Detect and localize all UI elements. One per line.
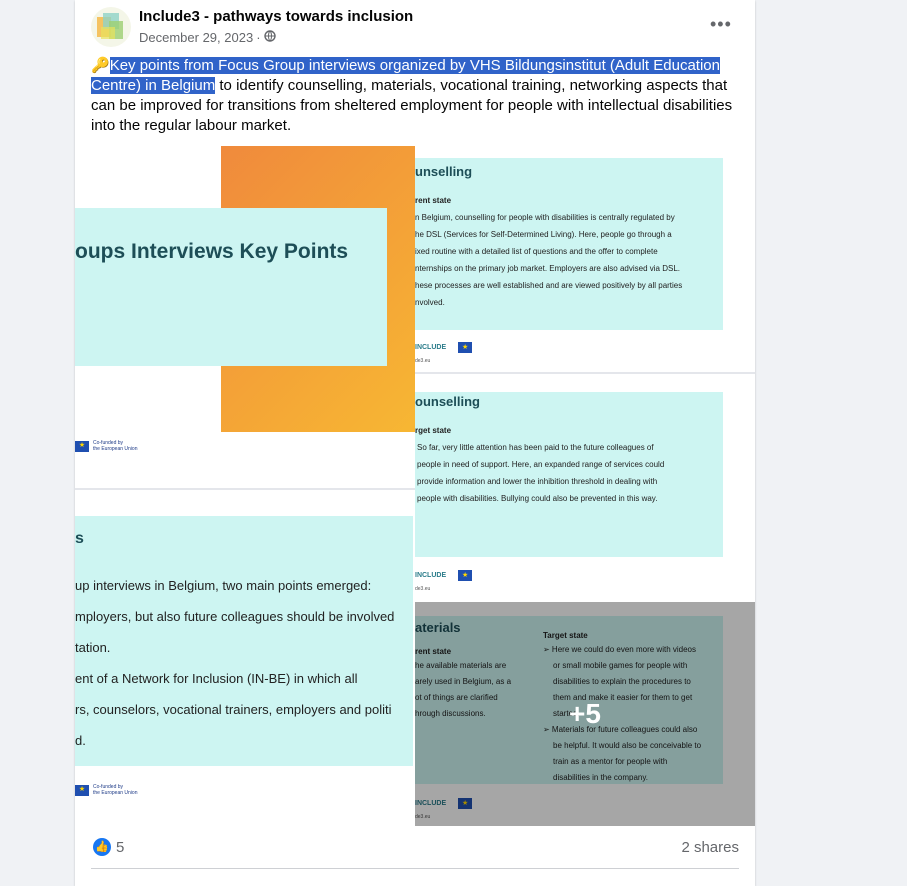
slide-line: So far, very little attention has been p… <box>417 443 654 452</box>
eu-line2: the European Union <box>93 446 138 452</box>
eu-flag-icon: ★ <box>75 784 89 796</box>
include-logo: INCLUDE ★ <box>415 570 473 581</box>
slide-line: people with disabilities. Bullying could… <box>417 494 658 503</box>
slide-line: nternships on the primary job market. Em… <box>415 264 681 273</box>
slide-body: n Belgium, counselling for people with d… <box>415 209 720 311</box>
photo-tile-materials[interactable]: aterials rent state he available materia… <box>415 602 755 826</box>
include-logo: INCLUDE ★ <box>415 342 473 353</box>
slide-line: people in need of support. Here, an expa… <box>417 460 665 469</box>
slide-line: tation. <box>75 640 111 655</box>
eu-cofunded-logo: ★ Co-funded by the European Union <box>75 440 137 452</box>
reaction-count[interactable]: 5 <box>116 839 124 856</box>
site-url: de3.eu <box>415 586 431 592</box>
page-avatar[interactable] <box>91 7 131 47</box>
post-date[interactable]: December 29, 2023 <box>139 30 253 45</box>
slide-subheading: rent state <box>415 196 452 205</box>
slide-line: provide information and lower the inhibi… <box>417 477 658 486</box>
slide-line: hese processes are well established and … <box>415 281 683 290</box>
slide-line: he DSL (Services for Self-Determined Liv… <box>415 230 672 239</box>
slide-line: n Belgium, counselling for people with d… <box>415 213 675 222</box>
slide-line: mployers, but also future colleagues sho… <box>75 609 395 624</box>
post-meta: December 29, 2023 · <box>139 30 276 45</box>
slide-title: oups Interviews Key Points <box>75 240 349 263</box>
more-photos-overlay[interactable]: +5 <box>415 602 755 826</box>
slide-line: rs, counselors, vocational trainers, emp… <box>75 702 392 717</box>
like-reaction-icon[interactable]: 👍 <box>93 838 111 856</box>
post-footer: 👍 5 2 shares <box>75 826 755 870</box>
include-logo-text: INCLUDE <box>415 571 447 579</box>
photo-tile-counselling-current[interactable]: unselling rent state n Belgium, counsell… <box>415 146 755 374</box>
slide-line: up interviews in Belgium, two main point… <box>75 578 372 593</box>
key-emoji-icon: 🔑 <box>91 57 110 74</box>
meta-separator: · <box>256 30 261 45</box>
slide-line: ent of a Network for Inclusion (IN-BE) i… <box>75 671 358 686</box>
footer-divider <box>91 868 739 869</box>
site-url: de3.eu <box>415 358 431 364</box>
eu-line2: the European Union <box>93 790 138 796</box>
slide-body: So far, very little attention has been p… <box>417 439 722 507</box>
slide-line: ixed routine with a detailed list of que… <box>415 247 658 256</box>
eu-flag-icon: ★ <box>458 342 473 353</box>
page-name-link[interactable]: Include3 - pathways towards inclusion <box>139 8 413 25</box>
slide-heading: unselling <box>415 164 473 179</box>
more-options-button[interactable]: ••• <box>710 14 732 35</box>
slide-line: d. <box>75 733 86 748</box>
eu-flag-icon: ★ <box>75 440 89 452</box>
shares-count[interactable]: 2 shares <box>681 839 739 856</box>
slide-line: nvolved. <box>415 298 445 307</box>
photo-tile-title[interactable]: oups Interviews Key Points ★ Co-funded b… <box>75 146 415 486</box>
photo-grid: oups Interviews Key Points ★ Co-funded b… <box>75 146 755 828</box>
globe-icon <box>263 30 276 45</box>
slide-box: unselling rent state n Belgium, counsell… <box>415 158 723 330</box>
post-text: 🔑Key points from Focus Group interviews … <box>91 56 736 136</box>
slide-body: up interviews in Belgium, two main point… <box>75 570 413 756</box>
slide-heading: s <box>75 530 84 547</box>
photo-tile-counselling-target[interactable]: ounselling rget state So far, very littl… <box>415 374 755 600</box>
include-logo-text: INCLUDE <box>415 343 447 351</box>
slide-subheading: rget state <box>415 426 452 435</box>
eu-cofunded-logo: ★ Co-funded by the European Union <box>75 784 137 796</box>
slide-heading: ounselling <box>415 394 480 409</box>
slide-box: ounselling rget state So far, very littl… <box>415 392 723 557</box>
more-photos-count: +5 <box>569 698 601 729</box>
photo-tile-summary[interactable]: s up interviews in Belgium, two main poi… <box>75 488 415 828</box>
eu-flag-icon: ★ <box>458 570 473 581</box>
slide-box: s up interviews in Belgium, two main poi… <box>75 516 413 766</box>
title-box: oups Interviews Key Points <box>75 208 387 366</box>
